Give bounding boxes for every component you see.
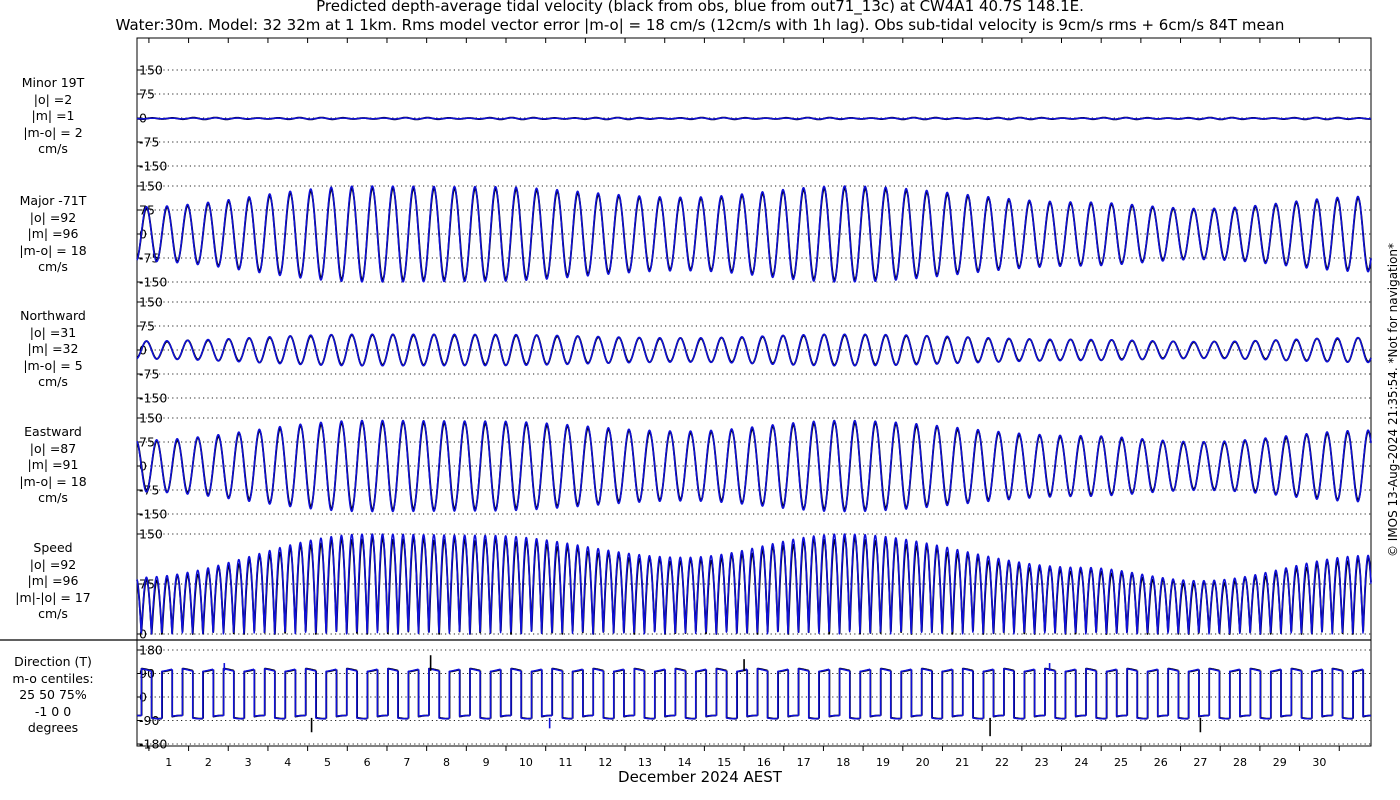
y-tick-label: -150 bbox=[139, 159, 167, 174]
y-tick-label: 0 bbox=[139, 627, 147, 642]
series-model-minor bbox=[136, 117, 1372, 120]
y-tick-label: -75 bbox=[139, 135, 159, 150]
y-tick-label: -150 bbox=[139, 507, 167, 522]
y-tick-label: -150 bbox=[139, 275, 167, 290]
x-axis-label: December 2024 AEST bbox=[618, 768, 782, 786]
tidal-velocity-chart: 1 2 3 4 5 6 7 8 9 10 11 12 13 14 15 16 17 18 19 20 21 22 23 24 2… bbox=[0, 37, 1372, 769]
y-tick-label: 180 bbox=[139, 643, 163, 658]
y-tick-label: 75 bbox=[139, 319, 155, 334]
y-tick-label: 150 bbox=[139, 527, 163, 542]
copyright-note: © IMOS 13-Aug-2024 21:35:54. *Not for na… bbox=[1386, 242, 1400, 558]
y-tick-label: 75 bbox=[139, 435, 155, 450]
y-tick-label: -150 bbox=[139, 391, 167, 406]
y-tick-label: 150 bbox=[139, 63, 163, 78]
series-obs-dir bbox=[136, 667, 1372, 720]
y-tick-label: 75 bbox=[139, 87, 155, 102]
y-tick-label: -180 bbox=[139, 737, 167, 752]
y-tick-label: 150 bbox=[139, 295, 163, 310]
y-tick-label: 0 bbox=[139, 690, 147, 705]
series-model-dir bbox=[136, 668, 1372, 720]
y-tick-label: 150 bbox=[139, 411, 163, 426]
y-tick-label: 150 bbox=[139, 179, 163, 194]
y-tick-label: -75 bbox=[139, 367, 159, 382]
